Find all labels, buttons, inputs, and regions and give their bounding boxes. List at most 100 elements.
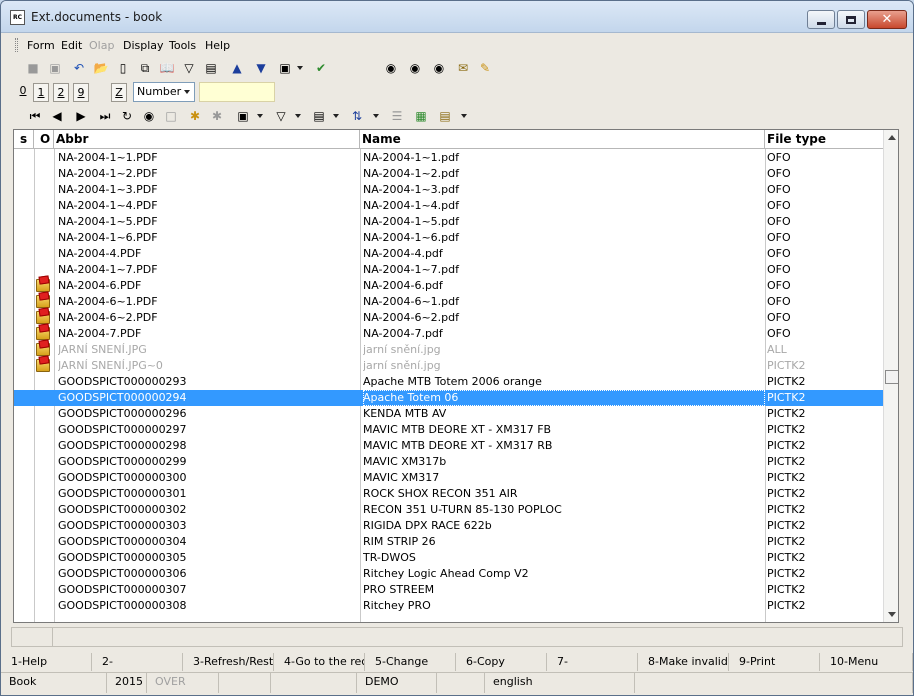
z-button[interactable]: Z (111, 83, 127, 102)
table-row[interactable]: GOODSPICT000000302 RECON 351 U-TURN 85-13… (14, 502, 883, 518)
fkey-4-button[interactable]: 4-Go to the record (274, 653, 365, 671)
open-folder-icon[interactable]: 📂 (93, 60, 109, 76)
scroll-up-icon[interactable] (888, 135, 896, 140)
tab-1[interactable]: 1 (33, 83, 49, 102)
table-row[interactable]: NA-2004-1~1.PDF NA-2004-1~1.pdf OFO (14, 150, 883, 166)
tab-2[interactable]: 2 (53, 83, 69, 102)
new-document-icon[interactable]: ▯ (115, 60, 131, 76)
table-row[interactable]: GOODSPICT000000298 MAVIC MTB DEORE XT - X… (14, 438, 883, 454)
menu-display[interactable]: Display (123, 39, 164, 52)
column-header-name[interactable]: Name (360, 130, 765, 149)
fkey-2-button[interactable]: 2- (92, 653, 183, 671)
fkey-6-button[interactable]: 6-Copy (456, 653, 547, 671)
minimize-button[interactable] (807, 10, 835, 29)
camera-dropdown-icon[interactable] (257, 114, 263, 118)
table-row[interactable]: GOODSPICT000000299 MAVIC XM317b PICTK2 (14, 454, 883, 470)
table-row[interactable]: NA-2004-1~6.PDF NA-2004-1~6.pdf OFO (14, 230, 883, 246)
last-record-icon[interactable]: ⏭ (97, 108, 113, 124)
fkey-1-button[interactable]: 1-Help (1, 653, 92, 671)
find-all-icon[interactable]: ◉ (431, 60, 447, 76)
columns-icon[interactable]: ▤ (437, 108, 453, 124)
column-header-s[interactable]: s (18, 130, 34, 149)
mail-icon[interactable]: ✉ (455, 60, 471, 76)
refresh-icon[interactable]: ↻ (119, 108, 135, 124)
copy-records-icon[interactable]: ▤ (311, 108, 327, 124)
table-row[interactable]: NA-2004-1~4.PDF NA-2004-1~4.pdf OFO (14, 198, 883, 214)
title-bar[interactable]: RC Ext.documents - book ✕ (1, 1, 913, 33)
fkey-7-button[interactable]: 7- (547, 653, 638, 671)
search-icon[interactable]: ◉ (141, 108, 157, 124)
sort-dropdown-icon[interactable] (373, 114, 379, 118)
menu-edit[interactable]: Edit (61, 39, 82, 52)
table-row[interactable]: JARNÍ SNENÍ.JPG jarní snění.jpg ALL (14, 342, 883, 358)
notes-icon[interactable]: ✎ (477, 60, 493, 76)
sort-icon[interactable]: ⇅ (349, 108, 365, 124)
close-button[interactable]: ✕ (867, 10, 907, 29)
maximize-button[interactable] (837, 10, 865, 29)
filter-icon[interactable]: ▽ (181, 60, 197, 76)
prev-record-icon[interactable]: ◀ (49, 108, 65, 124)
copy-dropdown-icon[interactable] (333, 114, 339, 118)
table-row[interactable]: GOODSPICT000000303 RIGIDA DPX RACE 622b PI… (14, 518, 883, 534)
move-down-icon[interactable]: ▼ (253, 60, 269, 76)
table-row[interactable]: GOODSPICT000000294 Apache Totem 06 PICTK2 (14, 390, 883, 406)
menu-tools[interactable]: Tools (169, 39, 196, 52)
camera-icon[interactable]: ▣ (277, 60, 293, 76)
app-icon[interactable]: RC (10, 10, 25, 25)
table-row[interactable]: GOODSPICT000000296 KENDA MTB AV PICTK2 (14, 406, 883, 422)
tab-9[interactable]: 9 (73, 83, 89, 102)
find-next-icon[interactable]: ◉ (407, 60, 423, 76)
table-row[interactable]: GOODSPICT000000301 ROCK SHOX RECON 351 AI… (14, 486, 883, 502)
table-row[interactable]: GOODSPICT000000305 TR-DWOS PICTK2 (14, 550, 883, 566)
menu-grip[interactable] (15, 38, 18, 52)
fkey-8-button[interactable]: 8-Make invalid (638, 653, 729, 671)
column-header-file-type[interactable]: File type (765, 130, 883, 149)
table-row[interactable]: NA-2004-1~7.PDF NA-2004-1~7.pdf OFO (14, 262, 883, 278)
documents-grid[interactable]: s O Abbr Name File type NA-2004-1~1.PDF N… (13, 129, 899, 623)
copy-icon[interactable]: ⧉ (137, 60, 153, 76)
export-icon[interactable]: ✔ (313, 60, 329, 76)
table-row[interactable]: NA-2004-7.PDF NA-2004-7.pdf OFO (14, 326, 883, 342)
undo-icon[interactable]: ↶ (71, 60, 87, 76)
table-row[interactable]: NA-2004-1~2.PDF NA-2004-1~2.pdf OFO (14, 166, 883, 182)
table-row[interactable]: GOODSPICT000000306 Ritchey Logic Ahead Co… (14, 566, 883, 582)
scroll-thumb[interactable] (885, 370, 898, 384)
delete-document-icon[interactable]: ▤ (203, 60, 219, 76)
save-icon[interactable]: ■ (25, 60, 41, 76)
fkey-3-button[interactable]: 3-Refresh/Restore (183, 653, 274, 671)
fkey-9-button[interactable]: 9-Print (729, 653, 820, 671)
next-record-icon[interactable]: ▶ (73, 108, 89, 124)
add-record-icon[interactable]: ✱ (187, 108, 203, 124)
move-up-icon[interactable]: ▲ (229, 60, 245, 76)
table-row[interactable]: NA-2004-1~3.PDF NA-2004-1~3.pdf OFO (14, 182, 883, 198)
save-as-icon[interactable]: ▣ (47, 60, 63, 76)
fkey-10-button[interactable]: 10-Menu (820, 653, 913, 671)
filter-icon[interactable]: ▽ (273, 108, 289, 124)
table-row[interactable]: GOODSPICT000000304 RIM STRIP 26 PICTK2 (14, 534, 883, 550)
attach-icon[interactable]: ✱ (209, 108, 225, 124)
tab-0[interactable]: 0 (15, 81, 31, 102)
table-row[interactable]: GOODSPICT000000297 MAVIC MTB DEORE XT - X… (14, 422, 883, 438)
table-row[interactable]: GOODSPICT000000307 PRO STREEM PICTK2 (14, 582, 883, 598)
table-row[interactable]: GOODSPICT000000308 Ritchey PRO PICTK2 (14, 598, 883, 614)
tree-icon[interactable]: ☰ (389, 108, 405, 124)
vertical-scrollbar[interactable] (883, 130, 898, 622)
delete-icon[interactable]: □ (163, 108, 179, 124)
table-row[interactable]: NA-2004-1~5.PDF NA-2004-1~5.pdf OFO (14, 214, 883, 230)
find-icon[interactable]: ◉ (383, 60, 399, 76)
table-row[interactable]: GOODSPICT000000300 MAVIC XM317 PICTK2 (14, 470, 883, 486)
menu-form[interactable]: Form (27, 39, 55, 52)
menu-help[interactable]: Help (205, 39, 230, 52)
filter-dropdown-icon[interactable] (295, 114, 301, 118)
scroll-down-icon[interactable] (888, 612, 896, 617)
column-header-o[interactable]: O (38, 130, 54, 149)
table-row[interactable]: NA-2004-6.PDF NA-2004-6.pdf OFO (14, 278, 883, 294)
book-icon[interactable]: 📖 (159, 60, 175, 76)
quick-find-input[interactable] (199, 82, 275, 102)
column-header-abbr[interactable]: Abbr (54, 130, 360, 149)
sort-select[interactable]: Number (133, 82, 195, 102)
table-row[interactable]: NA-2004-6~1.PDF NA-2004-6~1.pdf OFO (14, 294, 883, 310)
columns-dropdown-icon[interactable] (461, 114, 467, 118)
excel-icon[interactable]: ▦ (413, 108, 429, 124)
table-row[interactable]: GOODSPICT000000293 Apache MTB Totem 2006 … (14, 374, 883, 390)
